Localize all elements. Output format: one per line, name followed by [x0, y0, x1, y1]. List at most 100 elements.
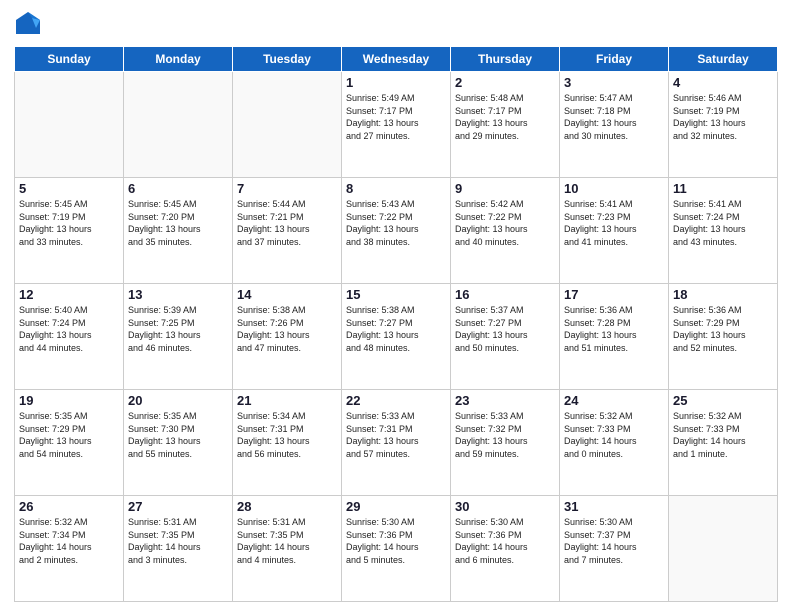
calendar-table: SundayMondayTuesdayWednesdayThursdayFrid… — [14, 46, 778, 602]
day-info: Sunrise: 5:40 AM Sunset: 7:24 PM Dayligh… — [19, 304, 119, 354]
calendar-cell: 2 Sunrise: 5:48 AM Sunset: 7:17 PM Daylig… — [451, 72, 560, 178]
calendar-cell: 25Sunrise: 5:32 AM Sunset: 7:33 PM Dayli… — [669, 390, 778, 496]
weekday-header-sunday: Sunday — [15, 47, 124, 72]
day-number: 5 — [19, 181, 119, 196]
calendar-cell: 12 Sunrise: 5:40 AM Sunset: 7:24 PM Dayli… — [15, 284, 124, 390]
header — [14, 10, 778, 38]
day-number: 10 — [564, 181, 664, 196]
day-info: Sunrise: 5:44 AM Sunset: 7:21 PM Dayligh… — [237, 198, 337, 248]
day-number: 12 — [19, 287, 119, 302]
day-number: 13 — [128, 287, 228, 302]
day-number: 2 — [455, 75, 555, 90]
week-row-4: 19 Sunrise: 5:35 AM Sunset: 7:29 PM Dayli… — [15, 390, 778, 496]
day-info: Sunrise: 5:38 AM Sunset: 7:26 PM Dayligh… — [237, 304, 337, 354]
weekday-header-monday: Monday — [124, 47, 233, 72]
day-info: Sunrise: 5:38 AM Sunset: 7:27 PM Dayligh… — [346, 304, 446, 354]
calendar-cell: 27 Sunrise: 5:31 AM Sunset: 7:35 PM Dayli… — [124, 496, 233, 602]
calendar-cell: 1 Sunrise: 5:49 AM Sunset: 7:17 PM Daylig… — [342, 72, 451, 178]
calendar-cell: 23Sunrise: 5:33 AM Sunset: 7:32 PM Dayli… — [451, 390, 560, 496]
day-info: Sunrise: 5:47 AM Sunset: 7:18 PM Dayligh… — [564, 92, 664, 142]
day-info: Sunrise: 5:31 AM Sunset: 7:35 PM Dayligh… — [237, 516, 337, 566]
day-info: Sunrise: 5:45 AM Sunset: 7:19 PM Dayligh… — [19, 198, 119, 248]
day-info: Sunrise: 5:32 AM Sunset: 7:33 PM Dayligh… — [564, 410, 664, 460]
day-info: Sunrise: 5:41 AM Sunset: 7:24 PM Dayligh… — [673, 198, 773, 248]
weekday-header-friday: Friday — [560, 47, 669, 72]
day-info: Sunrise: 5:31 AM Sunset: 7:35 PM Dayligh… — [128, 516, 228, 566]
day-number: 19 — [19, 393, 119, 408]
calendar-cell: 28 Sunrise: 5:31 AM Sunset: 7:35 PM Dayli… — [233, 496, 342, 602]
day-number: 1 — [346, 75, 446, 90]
day-info: Sunrise: 5:39 AM Sunset: 7:25 PM Dayligh… — [128, 304, 228, 354]
day-info: Sunrise: 5:33 AM Sunset: 7:31 PM Dayligh… — [346, 410, 446, 460]
calendar-cell: 17Sunrise: 5:36 AM Sunset: 7:28 PM Dayli… — [560, 284, 669, 390]
day-number: 6 — [128, 181, 228, 196]
day-number: 8 — [346, 181, 446, 196]
calendar-cell: 6 Sunrise: 5:45 AM Sunset: 7:20 PM Daylig… — [124, 178, 233, 284]
day-info: Sunrise: 5:37 AM Sunset: 7:27 PM Dayligh… — [455, 304, 555, 354]
day-number: 26 — [19, 499, 119, 514]
day-number: 22 — [346, 393, 446, 408]
calendar-cell: 5 Sunrise: 5:45 AM Sunset: 7:19 PM Daylig… — [15, 178, 124, 284]
calendar-cell: 15 Sunrise: 5:38 AM Sunset: 7:27 PM Dayli… — [342, 284, 451, 390]
day-number: 20 — [128, 393, 228, 408]
day-number: 15 — [346, 287, 446, 302]
day-info: Sunrise: 5:30 AM Sunset: 7:36 PM Dayligh… — [455, 516, 555, 566]
day-info: Sunrise: 5:32 AM Sunset: 7:33 PM Dayligh… — [673, 410, 773, 460]
day-number: 31 — [564, 499, 664, 514]
calendar-cell: 18Sunrise: 5:36 AM Sunset: 7:29 PM Dayli… — [669, 284, 778, 390]
day-info: Sunrise: 5:42 AM Sunset: 7:22 PM Dayligh… — [455, 198, 555, 248]
day-info: Sunrise: 5:49 AM Sunset: 7:17 PM Dayligh… — [346, 92, 446, 142]
calendar-page: SundayMondayTuesdayWednesdayThursdayFrid… — [0, 0, 792, 612]
calendar-cell: 8Sunrise: 5:43 AM Sunset: 7:22 PM Daylig… — [342, 178, 451, 284]
day-info: Sunrise: 5:30 AM Sunset: 7:36 PM Dayligh… — [346, 516, 446, 566]
calendar-cell: 7 Sunrise: 5:44 AM Sunset: 7:21 PM Daylig… — [233, 178, 342, 284]
day-info: Sunrise: 5:45 AM Sunset: 7:20 PM Dayligh… — [128, 198, 228, 248]
logo — [14, 10, 46, 38]
day-number: 16 — [455, 287, 555, 302]
logo-icon — [14, 10, 42, 38]
day-info: Sunrise: 5:36 AM Sunset: 7:28 PM Dayligh… — [564, 304, 664, 354]
day-info: Sunrise: 5:35 AM Sunset: 7:30 PM Dayligh… — [128, 410, 228, 460]
day-number: 29 — [346, 499, 446, 514]
weekday-header-saturday: Saturday — [669, 47, 778, 72]
calendar-cell: 11 Sunrise: 5:41 AM Sunset: 7:24 PM Dayli… — [669, 178, 778, 284]
calendar-cell — [669, 496, 778, 602]
day-info: Sunrise: 5:48 AM Sunset: 7:17 PM Dayligh… — [455, 92, 555, 142]
day-number: 11 — [673, 181, 773, 196]
weekday-header-wednesday: Wednesday — [342, 47, 451, 72]
calendar-cell: 22 Sunrise: 5:33 AM Sunset: 7:31 PM Dayli… — [342, 390, 451, 496]
calendar-cell: 10 Sunrise: 5:41 AM Sunset: 7:23 PM Dayli… — [560, 178, 669, 284]
calendar-cell: 4 Sunrise: 5:46 AM Sunset: 7:19 PM Daylig… — [669, 72, 778, 178]
day-number: 24 — [564, 393, 664, 408]
calendar-cell: 24 Sunrise: 5:32 AM Sunset: 7:33 PM Dayli… — [560, 390, 669, 496]
day-number: 27 — [128, 499, 228, 514]
day-number: 7 — [237, 181, 337, 196]
calendar-cell: 31 Sunrise: 5:30 AM Sunset: 7:37 PM Dayli… — [560, 496, 669, 602]
day-number: 14 — [237, 287, 337, 302]
day-info: Sunrise: 5:41 AM Sunset: 7:23 PM Dayligh… — [564, 198, 664, 248]
calendar-cell: 30 Sunrise: 5:30 AM Sunset: 7:36 PM Dayli… — [451, 496, 560, 602]
day-number: 3 — [564, 75, 664, 90]
week-row-3: 12 Sunrise: 5:40 AM Sunset: 7:24 PM Dayli… — [15, 284, 778, 390]
day-info: Sunrise: 5:33 AM Sunset: 7:32 PM Dayligh… — [455, 410, 555, 460]
day-info: Sunrise: 5:46 AM Sunset: 7:19 PM Dayligh… — [673, 92, 773, 142]
calendar-cell: 9 Sunrise: 5:42 AM Sunset: 7:22 PM Daylig… — [451, 178, 560, 284]
calendar-cell: 26 Sunrise: 5:32 AM Sunset: 7:34 PM Dayli… — [15, 496, 124, 602]
week-row-5: 26 Sunrise: 5:32 AM Sunset: 7:34 PM Dayli… — [15, 496, 778, 602]
day-info: Sunrise: 5:35 AM Sunset: 7:29 PM Dayligh… — [19, 410, 119, 460]
calendar-cell: 14 Sunrise: 5:38 AM Sunset: 7:26 PM Dayli… — [233, 284, 342, 390]
calendar-cell: 29 Sunrise: 5:30 AM Sunset: 7:36 PM Dayli… — [342, 496, 451, 602]
calendar-cell: 20 Sunrise: 5:35 AM Sunset: 7:30 PM Dayli… — [124, 390, 233, 496]
weekday-header-tuesday: Tuesday — [233, 47, 342, 72]
calendar-cell: 16 Sunrise: 5:37 AM Sunset: 7:27 PM Dayli… — [451, 284, 560, 390]
weekday-header-row: SundayMondayTuesdayWednesdayThursdayFrid… — [15, 47, 778, 72]
day-number: 28 — [237, 499, 337, 514]
calendar-cell: 13 Sunrise: 5:39 AM Sunset: 7:25 PM Dayli… — [124, 284, 233, 390]
day-info: Sunrise: 5:32 AM Sunset: 7:34 PM Dayligh… — [19, 516, 119, 566]
day-info: Sunrise: 5:30 AM Sunset: 7:37 PM Dayligh… — [564, 516, 664, 566]
week-row-1: 1 Sunrise: 5:49 AM Sunset: 7:17 PM Daylig… — [15, 72, 778, 178]
day-number: 9 — [455, 181, 555, 196]
calendar-cell — [15, 72, 124, 178]
day-number: 4 — [673, 75, 773, 90]
day-number: 30 — [455, 499, 555, 514]
